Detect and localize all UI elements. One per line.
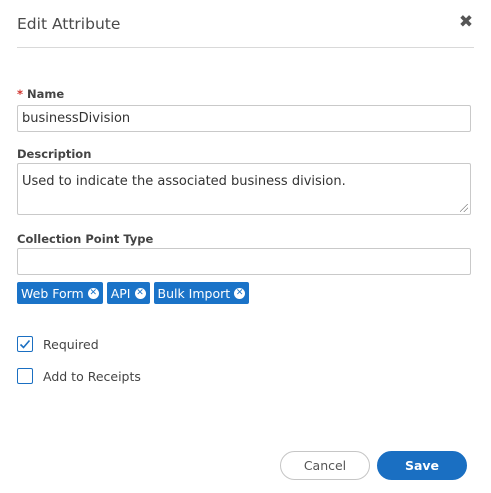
edit-attribute-dialog: Edit Attribute ✖ * Name businessDivision …: [0, 0, 491, 493]
remove-circle-icon[interactable]: ✕: [134, 287, 146, 299]
required-checkbox-row[interactable]: Required: [17, 334, 99, 354]
description-textarea[interactable]: Used to indicate the associated business…: [17, 163, 471, 215]
collection-point-type-tags: Web Form ✕ API ✕ Bulk Import ✕: [17, 282, 250, 304]
resize-handle-icon[interactable]: [460, 204, 468, 212]
add-to-receipts-checkbox-row[interactable]: Add to Receipts: [17, 366, 141, 386]
name-label: * Name: [17, 87, 64, 101]
tag-bulk-import[interactable]: Bulk Import ✕: [153, 282, 250, 304]
remove-circle-icon[interactable]: ✕: [87, 287, 99, 299]
close-icon[interactable]: ✖: [458, 12, 474, 32]
tag-label: Web Form: [21, 285, 84, 301]
dialog-title: Edit Attribute: [17, 15, 121, 33]
header-divider: [17, 47, 474, 48]
name-label-text: Name: [27, 87, 65, 101]
collection-point-type-input[interactable]: [17, 248, 471, 275]
tag-web-form[interactable]: Web Form ✕: [17, 282, 103, 304]
name-input[interactable]: businessDivision: [17, 105, 471, 132]
add-to-receipts-label: Add to Receipts: [43, 368, 141, 384]
description-text: Used to indicate the associated business…: [22, 174, 346, 189]
required-checkbox[interactable]: [17, 336, 33, 352]
cancel-button[interactable]: Cancel: [280, 451, 370, 480]
tag-api[interactable]: API ✕: [106, 282, 150, 304]
tag-label: Bulk Import: [157, 285, 231, 301]
add-to-receipts-checkbox[interactable]: [17, 368, 33, 384]
required-marker: *: [17, 87, 24, 101]
checkmark-icon: [19, 339, 31, 349]
collection-point-type-label: Collection Point Type: [17, 232, 154, 246]
save-button[interactable]: Save: [377, 451, 467, 480]
required-label: Required: [43, 336, 99, 352]
tag-label: API: [110, 285, 131, 301]
description-label: Description: [17, 147, 92, 161]
remove-circle-icon[interactable]: ✕: [234, 287, 246, 299]
